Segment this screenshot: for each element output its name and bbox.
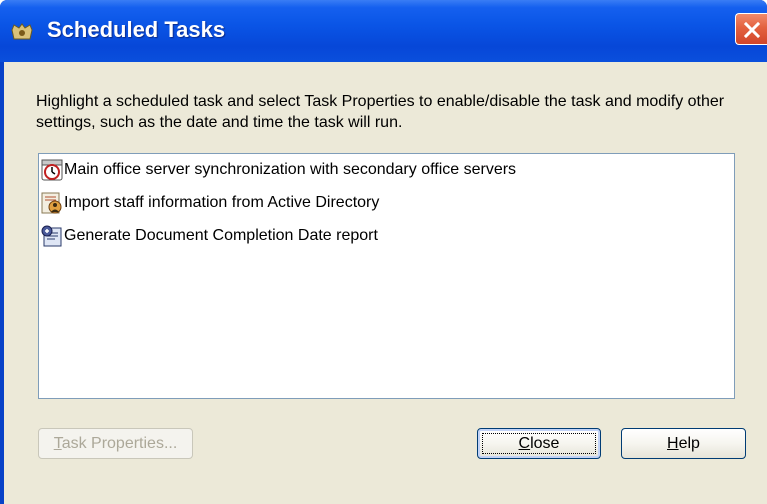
- report-icon: [41, 225, 62, 247]
- scheduled-tasks-dialog: Scheduled Tasks Highlight a scheduled ta…: [0, 0, 767, 504]
- close-button-label: Close: [518, 435, 560, 452]
- task-properties-button[interactable]: Task Properties...: [38, 428, 193, 459]
- directory-import-icon: [41, 192, 62, 214]
- list-item[interactable]: Main office server synchronization with …: [41, 158, 516, 182]
- task-label: Generate Document Completion Date report: [64, 227, 378, 244]
- task-properties-label: Task Properties...: [53, 435, 178, 452]
- help-button-label: Help: [667, 435, 700, 452]
- instructions-text: Highlight a scheduled task and select Ta…: [36, 93, 725, 131]
- window-title: Scheduled Tasks: [47, 17, 226, 42]
- task-label: Main office server synchronization with …: [64, 161, 517, 178]
- dialog-body: Highlight a scheduled task and select Ta…: [4, 62, 767, 504]
- close-window-button[interactable]: [735, 13, 767, 45]
- title-bar[interactable]: Scheduled Tasks: [0, 0, 767, 62]
- list-item[interactable]: Import staff information from Active Dir…: [41, 191, 379, 215]
- task-label: Import staff information from Active Dir…: [64, 194, 380, 211]
- clock-icon: [41, 159, 63, 181]
- close-button[interactable]: Close: [477, 428, 601, 459]
- task-list[interactable]: Main office server synchronization with …: [38, 153, 735, 399]
- list-item[interactable]: Generate Document Completion Date report: [41, 224, 378, 248]
- help-button[interactable]: Help: [621, 428, 746, 459]
- scheduled-tasks-app-icon: [11, 23, 33, 40]
- close-icon: [743, 21, 761, 39]
